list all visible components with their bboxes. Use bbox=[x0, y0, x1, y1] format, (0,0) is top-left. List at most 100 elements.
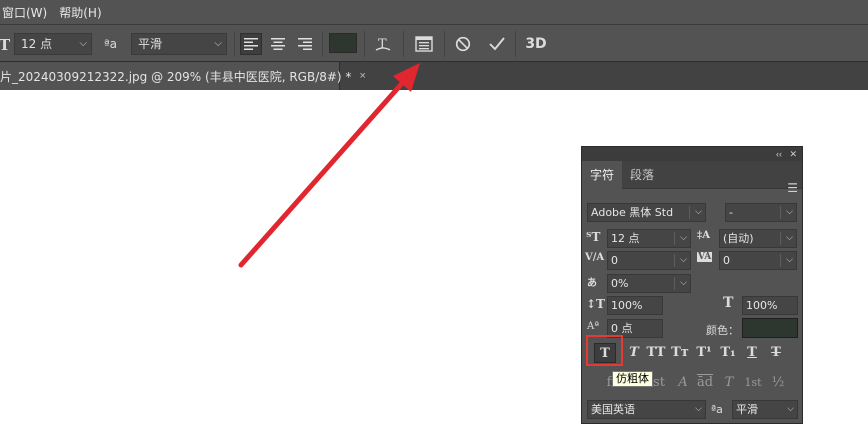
font-size-dropdown[interactable]: 12 点 ⌵ bbox=[14, 33, 92, 55]
chevron-down-icon: ⌵ bbox=[680, 255, 687, 265]
tab-paragraph[interactable]: 段落 bbox=[622, 161, 662, 189]
divider bbox=[780, 206, 781, 219]
separator bbox=[515, 31, 516, 57]
tsume-value: 0% bbox=[611, 277, 629, 290]
horizontal-scale-value: 100% bbox=[746, 299, 778, 312]
warp-text-icon[interactable]: T bbox=[372, 33, 394, 55]
font-size-field[interactable]: 12 点 ⌵ bbox=[607, 229, 691, 248]
tab-character[interactable]: 字符 bbox=[582, 161, 623, 189]
align-right-icon[interactable] bbox=[294, 33, 316, 55]
horizontal-scale-icon: T bbox=[723, 295, 734, 311]
3d-icon[interactable]: 3D bbox=[525, 33, 547, 55]
divider bbox=[674, 232, 675, 245]
menu-help[interactable]: 帮助(H) bbox=[57, 4, 111, 21]
tracking-icon: VA bbox=[697, 252, 713, 262]
highlight-box bbox=[586, 335, 623, 366]
superscript-button[interactable]: T¹ bbox=[693, 343, 715, 363]
strikethrough-button[interactable]: T bbox=[765, 343, 787, 363]
document-tab[interactable]: 片_20240309212322.jpg @ 209% (丰县中医医院, RGB… bbox=[0, 62, 366, 90]
document-tab-bar: 片_20240309212322.jpg @ 209% (丰县中医医院, RGB… bbox=[0, 62, 868, 90]
font-family-dropdown[interactable]: Adobe 黑体 Std ⌵ bbox=[587, 203, 706, 222]
svg-text:T: T bbox=[378, 37, 387, 52]
antialias-value: 平滑 bbox=[138, 37, 163, 51]
antialias-dropdown[interactable]: 平滑 ⌵ bbox=[131, 33, 227, 55]
color-label: 颜色： bbox=[706, 324, 739, 337]
all-caps-button[interactable]: TT bbox=[645, 343, 667, 363]
commit-icon[interactable] bbox=[486, 33, 508, 55]
horizontal-scale-field[interactable]: 100% bbox=[742, 296, 798, 315]
vertical-scale-field[interactable]: 100% bbox=[607, 296, 663, 315]
chevron-down-icon: ⌵ bbox=[787, 404, 794, 414]
subscript-button[interactable]: T₁ bbox=[717, 343, 739, 363]
divider bbox=[674, 277, 675, 290]
separator bbox=[403, 31, 404, 57]
divider bbox=[780, 232, 781, 245]
kerning-icon: V/A bbox=[585, 252, 605, 263]
panel-tabs: 字符 段落 ☰ bbox=[582, 161, 802, 195]
chevron-down-icon: ⌵ bbox=[786, 207, 793, 217]
divider bbox=[780, 254, 781, 267]
baseline-shift-value: 0 点 bbox=[611, 322, 633, 335]
antialias-icon: ªa bbox=[104, 37, 118, 51]
chevron-down-icon: ⌵ bbox=[786, 255, 793, 265]
chevron-down-icon: ⌵ bbox=[79, 38, 87, 49]
tracking-value: 0 bbox=[723, 254, 730, 267]
antialias-dropdown[interactable]: 平滑 ⌵ bbox=[732, 400, 798, 419]
divider bbox=[689, 206, 690, 219]
cancel-icon[interactable] bbox=[452, 33, 474, 55]
chevron-down-icon: ⌵ bbox=[680, 233, 687, 243]
font-style-value: - bbox=[729, 206, 733, 219]
align-center-icon[interactable] bbox=[267, 33, 289, 55]
faux-italic-button[interactable]: T bbox=[623, 343, 645, 363]
panel-title-bar[interactable]: ‹‹ ✕ bbox=[582, 147, 802, 161]
font-size-value: 12 点 bbox=[21, 37, 53, 51]
small-caps-button[interactable]: Tт bbox=[669, 343, 691, 363]
font-family-value: Adobe 黑体 Std bbox=[591, 206, 674, 219]
menu-bar: 窗口(W) 帮助(H) bbox=[0, 0, 868, 24]
chevron-down-icon: ⌵ bbox=[695, 404, 702, 414]
options-bar: T 12 点 ⌵ ªa 平滑 ⌵ T 3D bbox=[0, 24, 868, 62]
align-left-icon[interactable] bbox=[240, 33, 262, 55]
separator bbox=[322, 31, 323, 57]
text-color-swatch[interactable] bbox=[329, 33, 357, 53]
text-color-fill bbox=[330, 34, 356, 52]
collapse-icon[interactable]: ‹‹ bbox=[776, 147, 782, 161]
separator bbox=[364, 31, 365, 57]
vertical-scale-value: 100% bbox=[611, 299, 643, 312]
divider bbox=[674, 254, 675, 267]
tsume-field[interactable]: 0% ⌵ bbox=[607, 274, 691, 293]
menu-window[interactable]: 窗口(W) bbox=[0, 4, 57, 21]
color-swatch[interactable] bbox=[742, 318, 798, 338]
tooltip: 仿粗体 bbox=[612, 371, 653, 387]
font-style-dropdown[interactable]: - ⌵ bbox=[725, 203, 797, 222]
leading-field[interactable]: (自动) ⌵ bbox=[719, 229, 797, 248]
chevron-down-icon: ⌵ bbox=[786, 233, 793, 243]
separator bbox=[234, 31, 235, 57]
kerning-value: 0 bbox=[611, 254, 618, 267]
leading-icon: ‡A bbox=[697, 230, 710, 241]
fractions-button[interactable]: ½ bbox=[767, 373, 789, 393]
panel-menu-icon[interactable]: ☰ bbox=[787, 181, 798, 195]
tsume-icon: あ bbox=[587, 278, 597, 289]
font-size-value: 12 点 bbox=[611, 232, 640, 245]
underline-button[interactable]: T bbox=[741, 343, 763, 363]
chevron-down-icon: ⌵ bbox=[680, 278, 687, 288]
character-panel: ‹‹ ✕ 字符 段落 ☰ Adobe 黑体 Std ⌵ - ⌵ ᵀT 12 点 … bbox=[581, 146, 803, 424]
document-tab-title: 片_20240309212322.jpg @ 209% (丰县中医医院, RGB… bbox=[0, 69, 352, 84]
stylistic-alternates-button[interactable]: ād bbox=[694, 373, 716, 393]
font-size-icon: ᵀT bbox=[586, 230, 601, 244]
separator bbox=[444, 31, 445, 57]
vertical-scale-icon: ↕T bbox=[586, 297, 605, 311]
language-value: 美国英语 bbox=[591, 403, 635, 416]
swash-button[interactable]: A bbox=[672, 373, 694, 393]
kerning-field[interactable]: 0 ⌵ bbox=[607, 251, 691, 270]
character-panel-toggle-icon[interactable] bbox=[413, 33, 435, 55]
tracking-field[interactable]: 0 ⌵ bbox=[719, 251, 797, 270]
svg-text:T: T bbox=[0, 36, 11, 52]
close-icon[interactable]: ✕ bbox=[789, 147, 797, 161]
titling-alternates-button[interactable]: T bbox=[718, 373, 740, 393]
ordinals-button[interactable]: 1st bbox=[742, 373, 764, 393]
close-icon[interactable]: × bbox=[359, 70, 365, 82]
language-dropdown[interactable]: 美国英语 ⌵ bbox=[587, 400, 706, 419]
leading-value: (自动) bbox=[723, 232, 754, 245]
